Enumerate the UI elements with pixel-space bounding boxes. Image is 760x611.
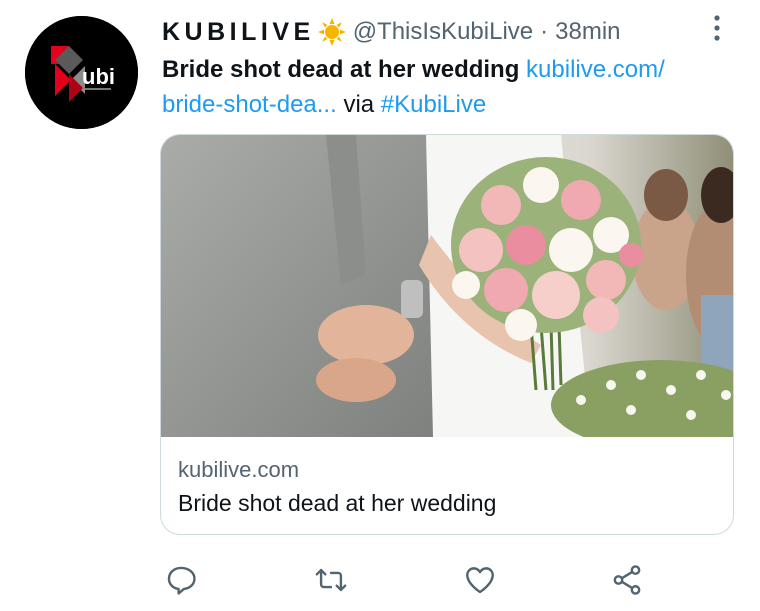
via-text: via	[343, 91, 375, 118]
wedding-bouquet-photo	[161, 135, 733, 437]
user-handle[interactable]: @ThisIsKubiLive	[353, 18, 533, 46]
tweet-link-part2[interactable]: bride-shot-dea...	[162, 91, 337, 118]
link-card[interactable]: kubilive.com Bride shot dead at her wedd…	[160, 134, 734, 535]
retweet-button[interactable]	[311, 560, 351, 600]
avatar[interactable]: ubi	[25, 16, 138, 129]
heart-icon	[466, 567, 494, 594]
tweet-text: Bride shot dead at her wedding kubilive.…	[162, 52, 747, 122]
hashtag-link[interactable]: #KubiLive	[381, 91, 486, 118]
card-domain: kubilive.com	[178, 457, 300, 482]
display-name[interactable]: KUBILIVE	[162, 18, 315, 47]
reply-button[interactable]	[161, 560, 201, 600]
tweet-header: KUBILIVE @ThisIsKubiLive · 38min	[162, 14, 621, 50]
reply-icon	[167, 566, 196, 595]
kubilive-logo: ubi	[25, 16, 138, 129]
separator-dot: ·	[540, 18, 549, 45]
timestamp[interactable]: 38min	[555, 18, 620, 46]
share-icon	[613, 565, 641, 595]
sun-badge-icon	[317, 17, 347, 47]
tweet-link-part1[interactable]: kubilive.com/	[526, 56, 665, 83]
avatar-logo-text: ubi	[82, 64, 115, 89]
card-title: Bride shot dead at her wedding	[178, 490, 497, 516]
share-button[interactable]	[607, 560, 647, 600]
more-options-icon[interactable]	[705, 14, 729, 44]
like-button[interactable]	[460, 560, 500, 600]
tweet-headline: Bride shot dead at her wedding	[162, 56, 520, 83]
retweet-icon	[315, 568, 347, 592]
